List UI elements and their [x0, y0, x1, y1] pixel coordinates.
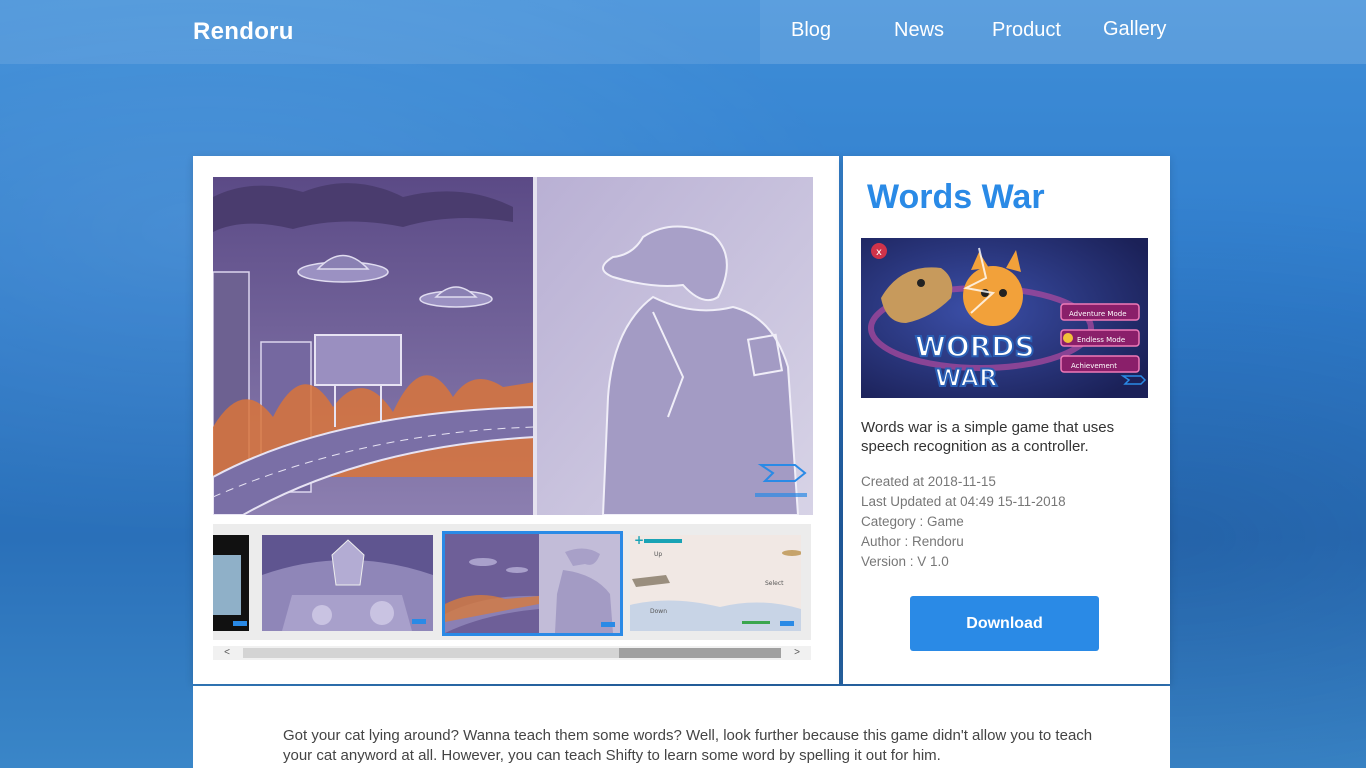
nav-gallery[interactable]: Gallery — [1103, 18, 1166, 41]
long-description: Got your cat lying around? Wanna teach t… — [283, 727, 1093, 764]
thumbnail-3-selected[interactable] — [442, 531, 623, 636]
thumbnail-4-select-label: Select — [765, 580, 784, 587]
thumbnail-2-image — [262, 535, 433, 631]
meta-author: Author : Rendoru — [861, 534, 964, 549]
product-title: Words War — [867, 178, 1045, 216]
description-card: Got your cat lying around? Wanna teach t… — [193, 686, 1170, 768]
scroll-track[interactable] — [243, 648, 619, 658]
thumbnail-4-up-label: Up — [654, 551, 662, 558]
main-screenshot-illustration — [213, 177, 813, 515]
nav-blog[interactable]: Blog — [791, 19, 831, 42]
meta-created: Created at 2018-11-15 — [861, 474, 996, 489]
thumbnail-4-down-label: Down — [650, 608, 667, 615]
gallery-card: + Up Select Down < > — [193, 156, 839, 684]
thumbnail-4-image: + Up Select Down — [630, 535, 801, 631]
product-info-card: Words War x WORDS WAR Adventure Mode End… — [843, 156, 1170, 684]
banner-menu-adventure: Adventure Mode — [1069, 310, 1127, 318]
thumbnail-3-image — [445, 534, 620, 633]
scroll-left-arrow[interactable]: < — [219, 646, 235, 660]
meta-version: Version : V 1.0 — [861, 554, 949, 569]
thumbnail-2[interactable] — [262, 535, 433, 631]
download-button[interactable]: Download — [910, 596, 1099, 651]
banner-logo-line1: WORDS — [915, 330, 1035, 363]
thumbnail-4[interactable]: + Up Select Down — [630, 535, 801, 631]
site-logo[interactable]: Rendoru — [193, 18, 294, 46]
nav-product[interactable]: Product — [992, 19, 1061, 42]
scroll-thumb[interactable] — [619, 648, 781, 658]
meta-category: Category : Game — [861, 514, 964, 529]
top-nav: Rendoru Blog News Product Gallery — [0, 0, 1366, 64]
meta-updated: Last Updated at 04:49 15-11-2018 — [861, 494, 1066, 509]
nav-links-background — [760, 0, 1366, 64]
banner-menu-endless: Endless Mode — [1077, 336, 1125, 344]
thumbnail-1-image — [213, 535, 249, 631]
banner-close-glyph: x — [876, 247, 882, 258]
thumbnail-1[interactable] — [213, 535, 249, 631]
product-description: Words war is a simple game that uses spe… — [861, 419, 1115, 455]
banner-logo-line2: WAR — [935, 364, 997, 392]
product-banner-illustration: x WORDS WAR Adventure Mode Endless Mode … — [861, 238, 1148, 398]
nav-news[interactable]: News — [894, 19, 944, 42]
gallery-scrollbar[interactable]: < > — [213, 646, 811, 660]
thumbnail-strip[interactable]: + Up Select Down — [213, 524, 811, 640]
product-banner: x WORDS WAR Adventure Mode Endless Mode … — [861, 238, 1148, 398]
scroll-right-arrow[interactable]: > — [789, 646, 805, 660]
main-screenshot — [213, 177, 813, 515]
svg-text:+: + — [634, 535, 644, 547]
banner-menu-achievement: Achievement — [1071, 362, 1117, 370]
